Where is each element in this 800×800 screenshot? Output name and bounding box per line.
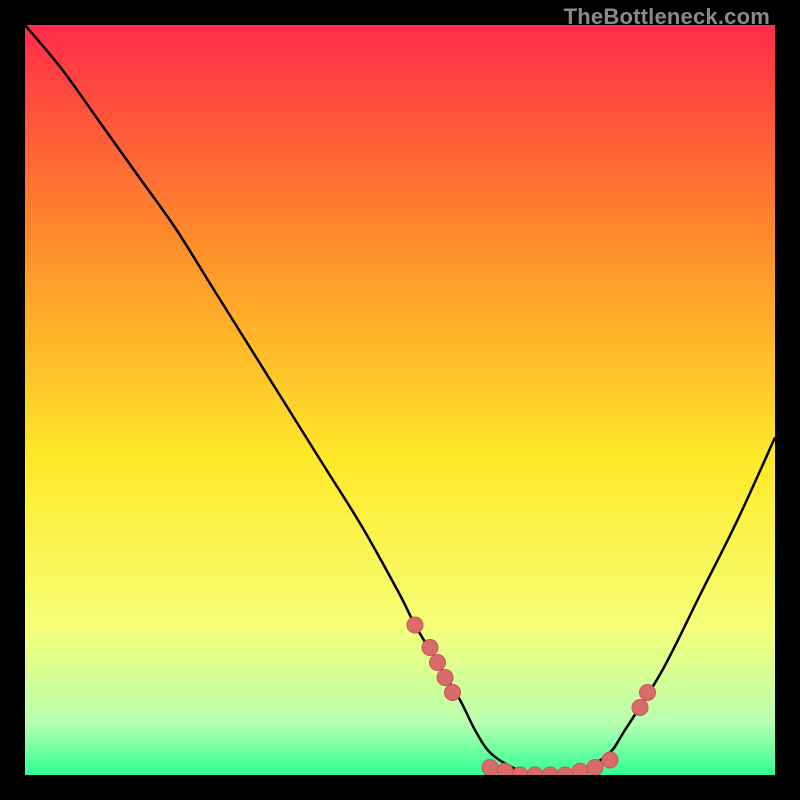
curve-marker [407,617,423,633]
curve-marker [497,763,513,775]
bottleneck-plot [25,25,775,775]
gradient-background [25,25,775,775]
chart-frame [25,25,775,775]
curve-marker [482,760,498,776]
curve-marker [437,670,453,686]
curve-marker [632,700,648,716]
watermark-label: TheBottleneck.com [564,4,770,30]
curve-marker [430,655,446,671]
curve-marker [640,685,656,701]
curve-marker [422,640,438,656]
curve-marker [587,760,603,776]
curve-marker [445,685,461,701]
curve-marker [572,763,588,775]
curve-marker [602,752,618,768]
